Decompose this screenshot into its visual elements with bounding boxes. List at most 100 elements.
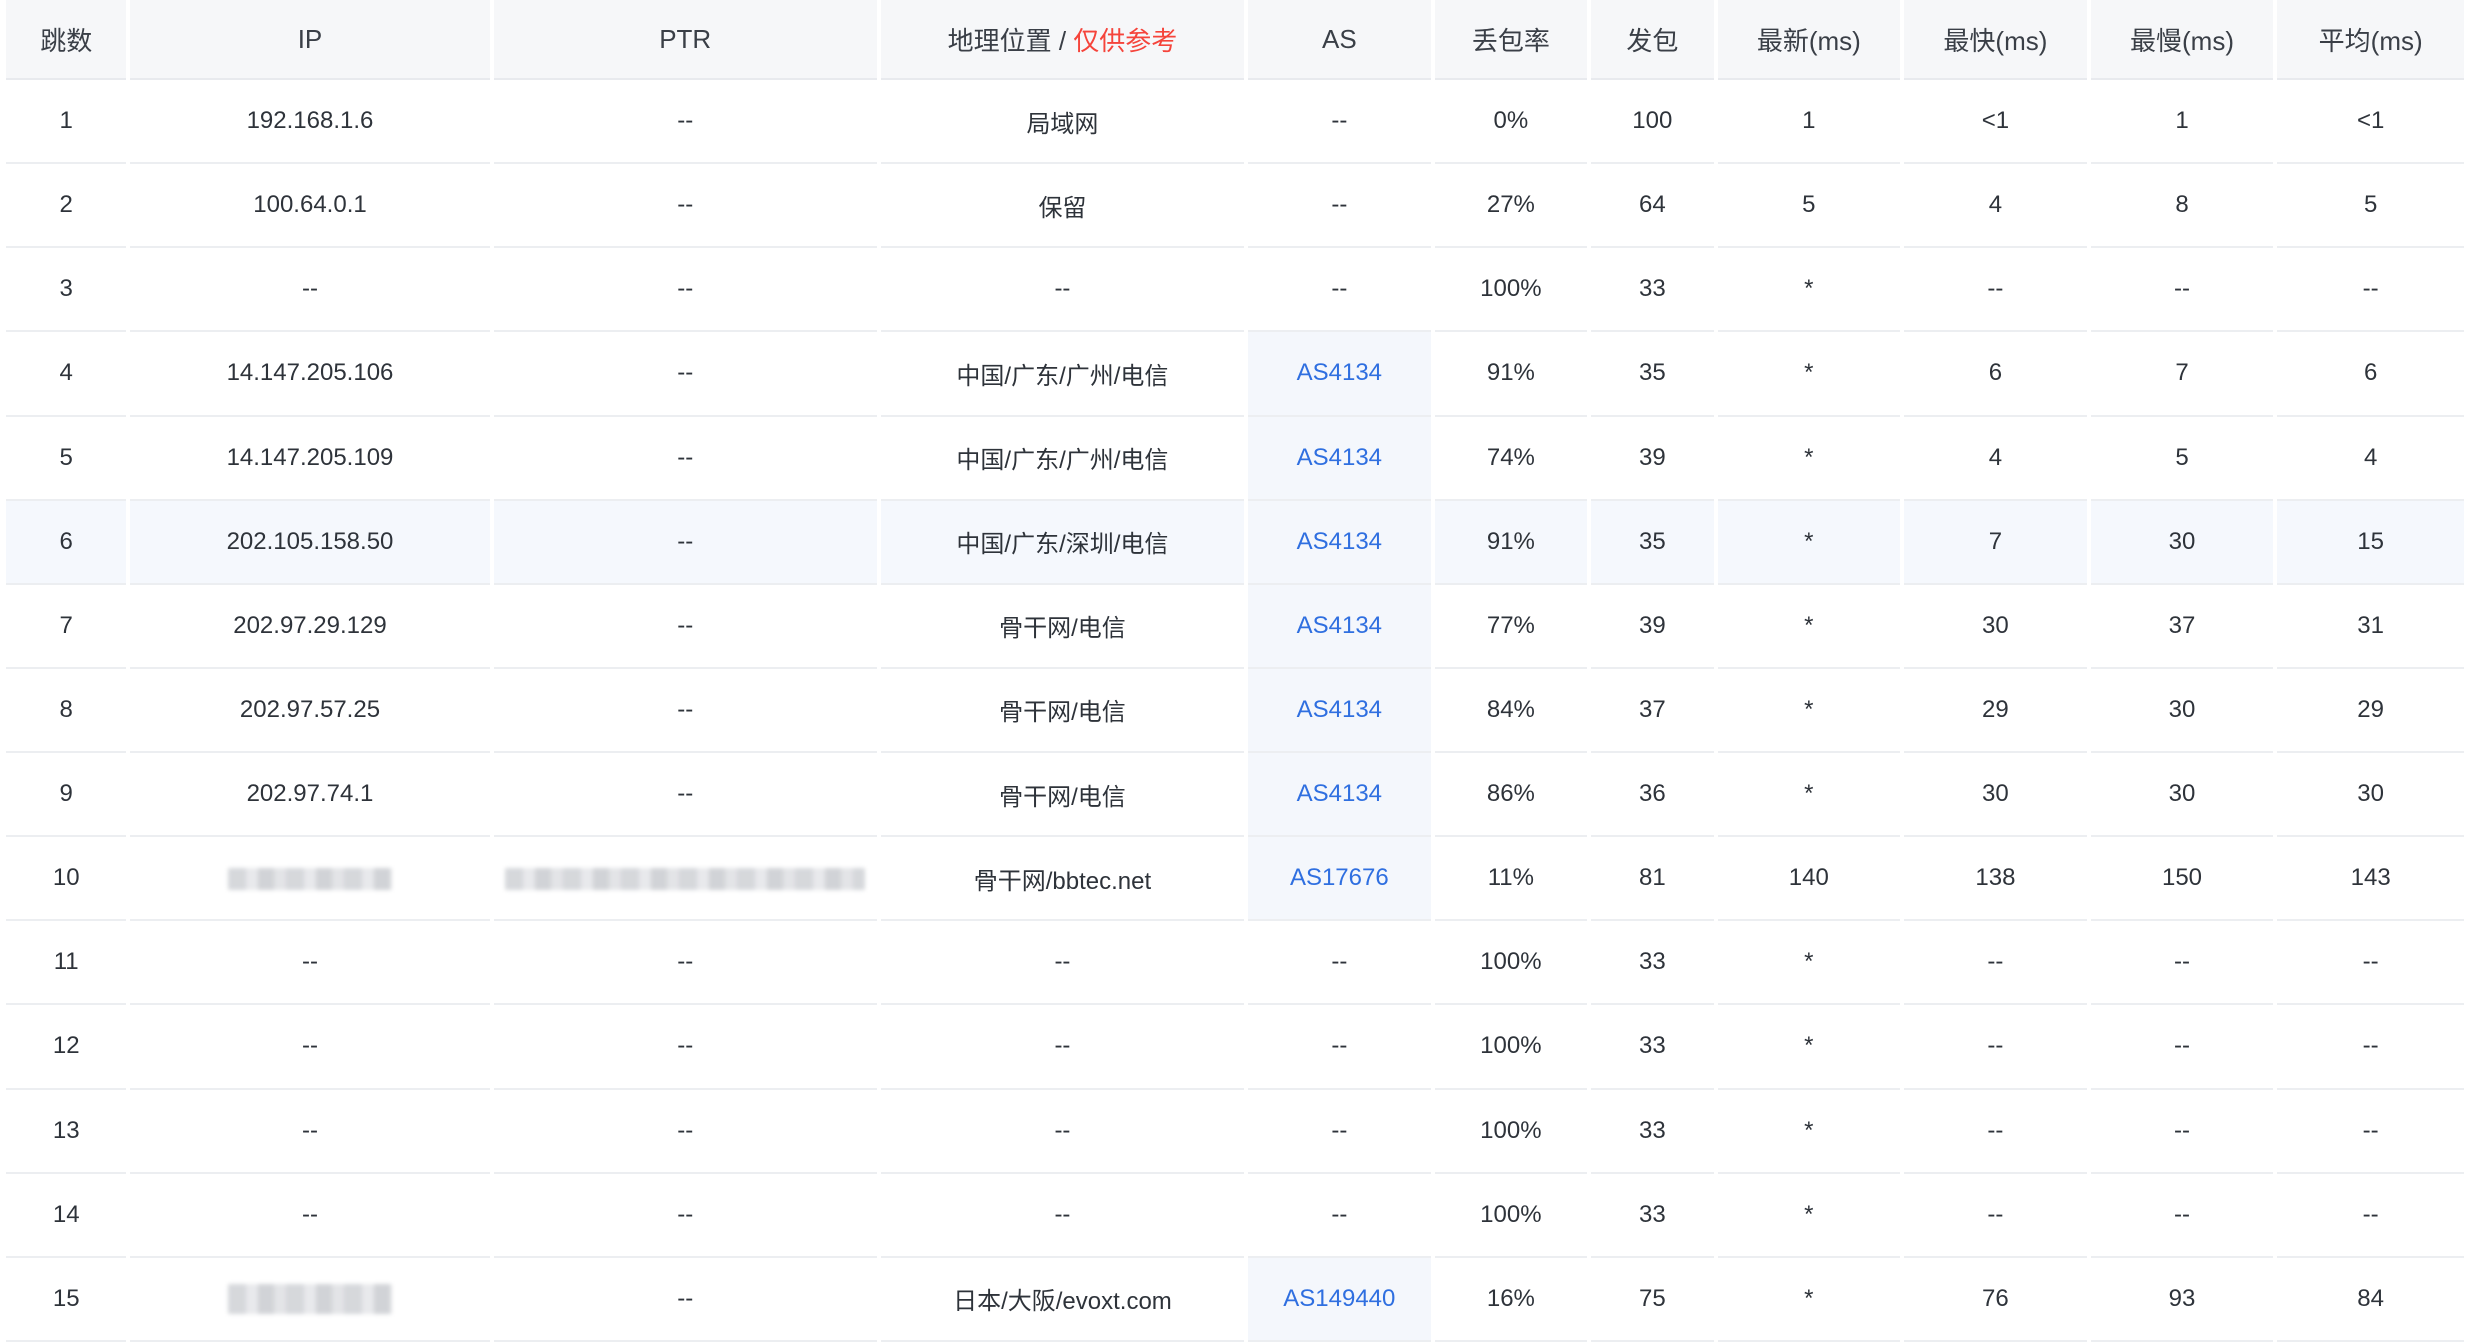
cell-sent: 39 <box>1591 417 1714 501</box>
cell-ptr: -- <box>493 417 877 501</box>
cell-last: 5 <box>1717 164 1901 249</box>
cell-last: * <box>1717 417 1901 501</box>
cell-sent: 36 <box>1591 753 1714 838</box>
table-row[interactable]: 2 100.64.0.1 -- 保留 -- 27% 64 5 4 8 5 <box>6 164 2464 249</box>
cell-as: AS4134 <box>1248 753 1431 838</box>
cell-loss: 16% <box>1434 1258 1588 1342</box>
table-row[interactable]: 13 -- -- -- -- 100% 33 * -- -- -- <box>6 1090 2464 1174</box>
cell-hop: 12 <box>6 1005 127 1090</box>
cell-avg: -- <box>2277 1174 2464 1258</box>
as-link[interactable]: AS4134 <box>1297 780 1382 807</box>
cell-loss: 100% <box>1434 1174 1588 1258</box>
cell-geo: -- <box>880 1174 1245 1258</box>
cell-geo: 中国/广东/深圳/电信 <box>880 500 1245 585</box>
cell-sent: 81 <box>1591 837 1714 922</box>
header-geo-label: 地理位置 <box>947 25 1052 56</box>
cell-worst: -- <box>2090 248 2274 333</box>
cell-sent: 100 <box>1591 80 1714 165</box>
table-row[interactable]: 8 202.97.57.25 -- 骨干网/电信 AS4134 84% 37 * 29 30 29 <box>6 668 2464 753</box>
cell-hop: 13 <box>6 1090 127 1174</box>
table-row[interactable]: 4 14.147.205.106 -- 中国/广东/广州/电信 AS4134 91% 35 *… <box>6 332 2464 417</box>
cell-ip: 202.105.158.50 <box>130 500 490 585</box>
cell-sent: 75 <box>1591 1258 1714 1342</box>
cell-avg: 143 <box>2277 837 2464 922</box>
cell-ip: 202.97.29.129 <box>130 585 490 669</box>
cell-ip: 14.147.205.106 <box>130 332 490 417</box>
table-row[interactable]: 11 -- -- -- -- 100% 33 * -- -- -- <box>6 921 2464 1006</box>
table-row[interactable]: 7 202.97.29.129 -- 骨干网/电信 AS4134 77% 39 * 30 37 31 <box>6 584 2464 669</box>
cell-worst: -- <box>2090 1005 2274 1090</box>
table-row[interactable]: 6 202.105.158.50 -- 中国/广东/深圳/电信 AS4134 91% 35 *… <box>6 500 2464 585</box>
cell-avg: 84 <box>2277 1258 2464 1342</box>
cell-best: <1 <box>1904 80 2087 165</box>
cell-hop: 10 <box>6 837 127 922</box>
cell-ptr: -- <box>493 248 877 333</box>
cell-loss: 86% <box>1434 753 1588 838</box>
cell-geo: 中国/广东/广州/电信 <box>880 332 1245 417</box>
as-link[interactable]: AS4134 <box>1297 612 1382 639</box>
cell-worst: 8 <box>2090 164 2274 249</box>
cell-geo: 局域网 <box>880 80 1245 165</box>
as-link[interactable]: AS4134 <box>1297 444 1382 471</box>
table-row[interactable]: 1 192.168.1.6 -- 局域网 -- 0% 100 1 <1 1 <1 <box>6 80 2464 165</box>
cell-geo: 骨干网/电信 <box>880 669 1245 753</box>
cell-ptr: -- <box>493 669 877 753</box>
cell-loss: 84% <box>1434 669 1588 753</box>
cell-loss: 27% <box>1434 164 1588 249</box>
cell-ptr: -- <box>493 753 877 838</box>
cell-sent: 64 <box>1591 164 1714 249</box>
traceroute-table: 跳数 IP PTR 地理位置 / 仅供参考 AS 丢包率 发包 最新(ms) 最… <box>2 0 2468 1342</box>
cell-geo: -- <box>880 248 1245 333</box>
cell-loss: 0% <box>1434 80 1588 165</box>
as-link[interactable]: AS149440 <box>1283 1285 1395 1312</box>
cell-last: 140 <box>1717 837 1901 922</box>
cell-best: -- <box>1904 1174 2087 1258</box>
header-geo-note: 仅供参考 <box>1073 25 1178 56</box>
table-row[interactable]: 3 -- -- -- -- 100% 33 * -- -- -- <box>6 248 2464 333</box>
cell-best: 6 <box>1904 332 2087 417</box>
cell-ptr: -- <box>493 1174 877 1258</box>
cell-hop: 7 <box>6 585 127 669</box>
cell-geo: -- <box>880 921 1245 1006</box>
as-link[interactable]: AS17676 <box>1290 864 1389 891</box>
cell-as: AS4134 <box>1248 668 1431 753</box>
cell-avg: 29 <box>2277 669 2464 753</box>
as-link[interactable]: AS4134 <box>1297 528 1382 555</box>
table-row[interactable]: 12 -- -- -- -- 100% 33 * -- -- -- <box>6 1005 2464 1090</box>
cell-last: * <box>1717 1005 1901 1090</box>
cell-hop: 4 <box>6 332 127 417</box>
cell-best: 4 <box>1904 164 2087 249</box>
cell-as: -- <box>1248 921 1431 1006</box>
cell-hop: 9 <box>6 753 127 838</box>
cell-avg: 15 <box>2277 500 2464 585</box>
cell-ptr: -- <box>493 332 877 417</box>
cell-sent: 33 <box>1591 248 1714 333</box>
header-worst: 最慢(ms) <box>2090 0 2274 80</box>
cell-loss: 91% <box>1434 500 1588 585</box>
redacted-ip <box>227 1283 392 1314</box>
cell-loss: 100% <box>1434 921 1588 1006</box>
table-row[interactable]: 14 -- -- -- -- 100% 33 * -- -- -- <box>6 1174 2464 1258</box>
cell-hop: 11 <box>6 921 127 1006</box>
as-link[interactable]: AS4134 <box>1297 696 1382 723</box>
redacted-ptr <box>505 867 866 890</box>
header-avg: 平均(ms) <box>2277 0 2464 80</box>
table-row[interactable]: 10 骨干网/bbtec.net AS17676 11% 81 140 138 150 143 <box>6 837 2464 922</box>
cell-last: * <box>1717 248 1901 333</box>
cell-best: 30 <box>1904 753 2087 838</box>
table-row[interactable]: 15 -- 日本/大阪/evoxt.com AS149440 16% 75 * 76 93 84 <box>6 1257 2464 1342</box>
cell-hop: 15 <box>6 1258 127 1342</box>
cell-as: -- <box>1248 164 1431 249</box>
table-row[interactable]: 5 14.147.205.109 -- 中国/广东/广州/电信 AS4134 74% 39 *… <box>6 416 2464 501</box>
cell-worst: -- <box>2090 1090 2274 1174</box>
header-ptr: PTR <box>493 0 877 80</box>
as-link[interactable]: AS4134 <box>1297 359 1382 386</box>
cell-best: -- <box>1904 921 2087 1006</box>
cell-avg: 6 <box>2277 332 2464 417</box>
cell-worst: 30 <box>2090 753 2274 838</box>
cell-ip: 192.168.1.6 <box>130 80 490 165</box>
cell-ptr <box>493 837 877 922</box>
cell-last: * <box>1717 753 1901 838</box>
cell-geo: 骨干网/电信 <box>880 585 1245 669</box>
table-row[interactable]: 9 202.97.74.1 -- 骨干网/电信 AS4134 86% 36 * 30 30 30 <box>6 753 2464 838</box>
